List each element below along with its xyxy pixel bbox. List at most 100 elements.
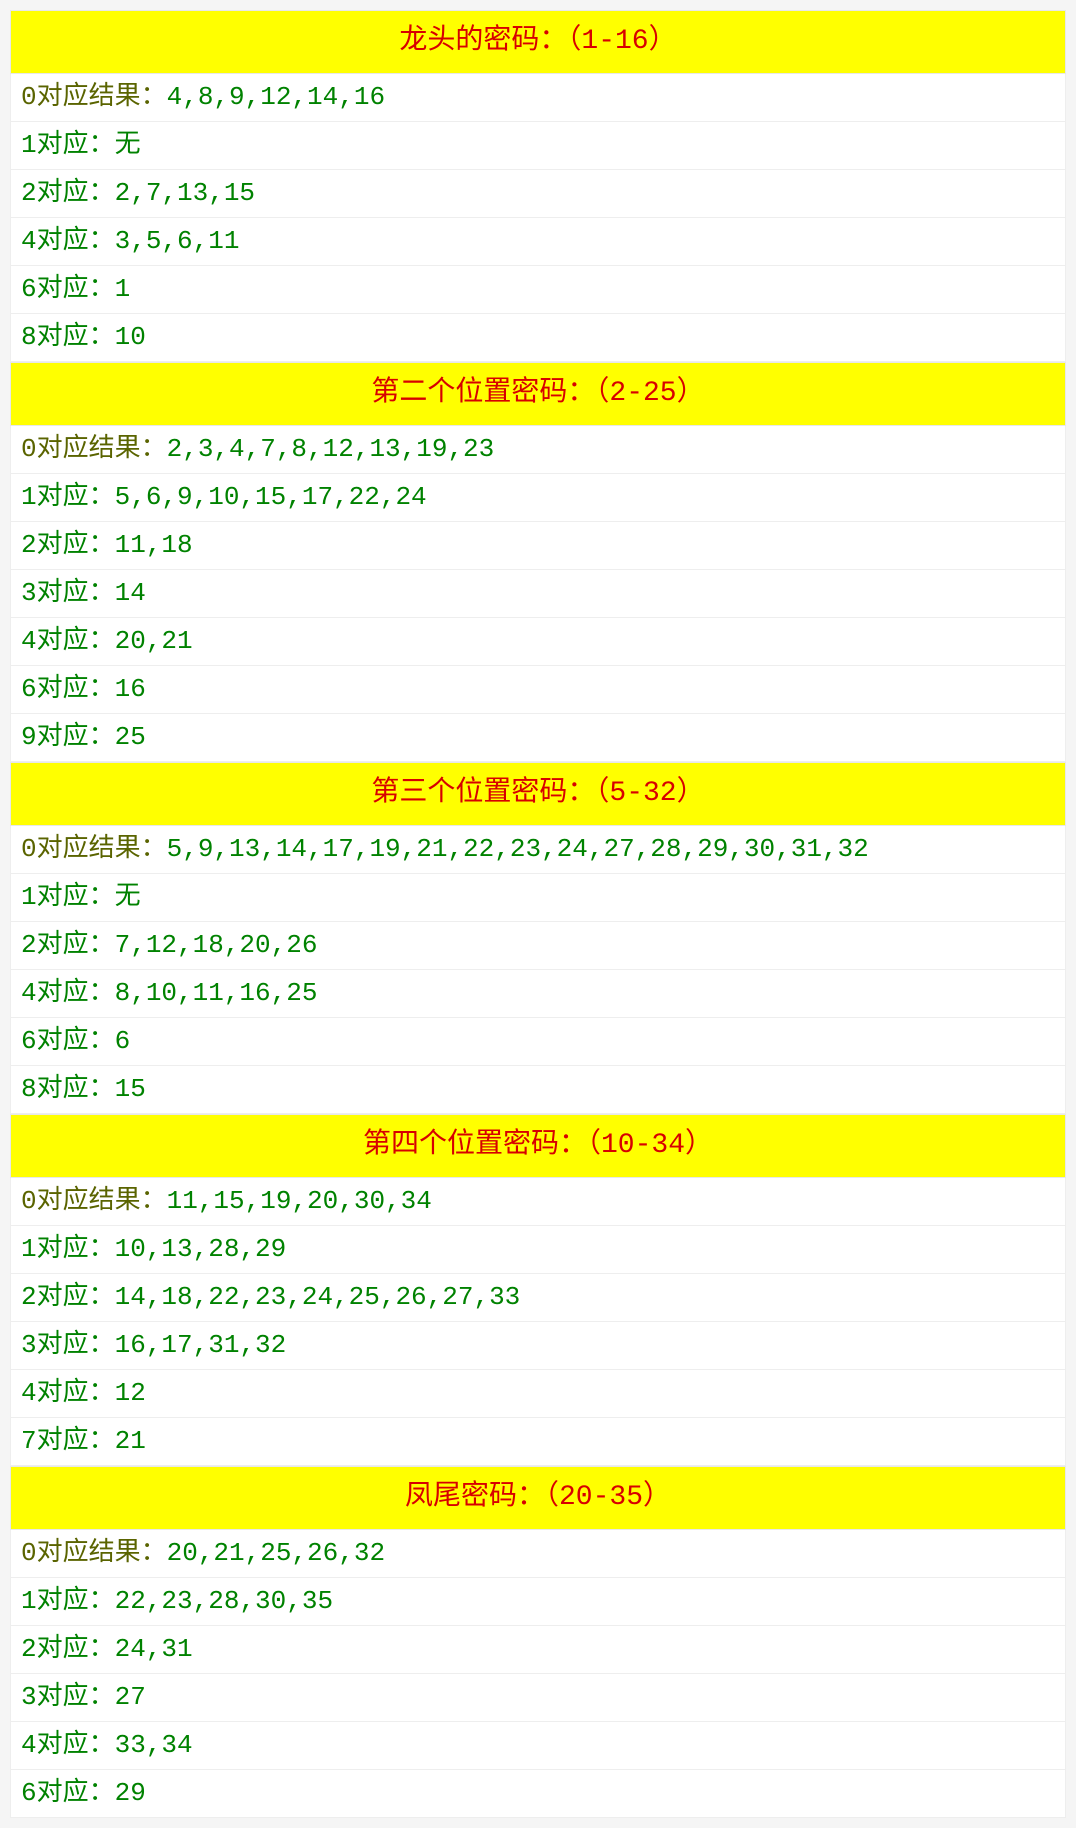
row-key: 9对应：: [21, 722, 115, 752]
data-row: 4对应：12: [10, 1370, 1066, 1418]
row-key: 1对应：: [21, 1234, 115, 1264]
row-key: 2对应：: [21, 930, 115, 960]
data-row: 8对应：15: [10, 1066, 1066, 1114]
row-key: 3对应：: [21, 1330, 115, 1360]
row-key: 4对应：: [21, 226, 115, 256]
data-row: 1对应：无: [10, 122, 1066, 170]
data-row: 0对应结果：2,3,4,7,8,12,13,19,23: [10, 426, 1066, 474]
data-row: 2对应：2,7,13,15: [10, 170, 1066, 218]
section-header: 第三个位置密码：（5-32）: [10, 762, 1066, 826]
row-value: 3,5,6,11: [115, 226, 240, 256]
row-value: 12: [115, 1378, 146, 1408]
row-value: 14: [115, 578, 146, 608]
data-row: 4对应：33,34: [10, 1722, 1066, 1770]
row-value: 16: [115, 674, 146, 704]
row-value: 5,6,9,10,15,17,22,24: [115, 482, 427, 512]
row-value: 8,10,11,16,25: [115, 978, 318, 1008]
row-key: 7对应：: [21, 1426, 115, 1456]
row-value: 无: [115, 130, 141, 160]
row-key: 8对应：: [21, 1074, 115, 1104]
row-key: 4对应：: [21, 1378, 115, 1408]
row-value: 无: [115, 882, 141, 912]
row-value: 20,21,25,26,32: [167, 1538, 385, 1568]
row-value: 33,34: [115, 1730, 193, 1760]
data-row: 4对应：20,21: [10, 618, 1066, 666]
data-row: 6对应：6: [10, 1018, 1066, 1066]
data-row: 2对应：14,18,22,23,24,25,26,27,33: [10, 1274, 1066, 1322]
row-key: 0对应结果：: [21, 1186, 167, 1216]
data-row: 7对应：21: [10, 1418, 1066, 1466]
row-value: 10: [115, 322, 146, 352]
data-row: 6对应：1: [10, 266, 1066, 314]
row-value: 14,18,22,23,24,25,26,27,33: [115, 1282, 521, 1312]
row-key: 6对应：: [21, 1778, 115, 1808]
row-value: 16,17,31,32: [115, 1330, 287, 1360]
row-key: 6对应：: [21, 274, 115, 304]
data-row: 3对应：27: [10, 1674, 1066, 1722]
data-row: 1对应：22,23,28,30,35: [10, 1578, 1066, 1626]
row-key: 1对应：: [21, 482, 115, 512]
row-key: 2对应：: [21, 1634, 115, 1664]
row-value: 6: [115, 1026, 131, 1056]
row-key: 1对应：: [21, 882, 115, 912]
data-row: 9对应：25: [10, 714, 1066, 762]
row-value: 11,18: [115, 530, 193, 560]
row-value: 11,15,19,20,30,34: [167, 1186, 432, 1216]
data-row: 8对应：10: [10, 314, 1066, 362]
section: 第三个位置密码：（5-32）0对应结果：5,9,13,14,17,19,21,2…: [10, 762, 1066, 1114]
data-row: 1对应：10,13,28,29: [10, 1226, 1066, 1274]
row-key: 8对应：: [21, 322, 115, 352]
data-row: 2对应：11,18: [10, 522, 1066, 570]
data-row: 3对应：16,17,31,32: [10, 1322, 1066, 1370]
row-value: 24,31: [115, 1634, 193, 1664]
row-key: 3对应：: [21, 1682, 115, 1712]
row-value: 22,23,28,30,35: [115, 1586, 333, 1616]
data-row: 6对应：29: [10, 1770, 1066, 1818]
row-value: 29: [115, 1778, 146, 1808]
password-index-document: 龙头的密码：（1-16）0对应结果：4,8,9,12,14,161对应：无2对应…: [10, 10, 1066, 1818]
section-header: 龙头的密码：（1-16）: [10, 10, 1066, 74]
row-value: 2,7,13,15: [115, 178, 255, 208]
row-value: 4,8,9,12,14,16: [167, 82, 385, 112]
row-value: 1: [115, 274, 131, 304]
row-value: 5,9,13,14,17,19,21,22,23,24,27,28,29,30,…: [167, 834, 869, 864]
row-key: 1对应：: [21, 130, 115, 160]
row-value: 10,13,28,29: [115, 1234, 287, 1264]
row-key: 6对应：: [21, 674, 115, 704]
data-row: 0对应结果：4,8,9,12,14,16: [10, 74, 1066, 122]
section-header: 第四个位置密码：（10-34）: [10, 1114, 1066, 1178]
row-key: 0对应结果：: [21, 1538, 167, 1568]
row-value: 15: [115, 1074, 146, 1104]
row-value: 27: [115, 1682, 146, 1712]
data-row: 2对应：24,31: [10, 1626, 1066, 1674]
data-row: 1对应：无: [10, 874, 1066, 922]
row-key: 0对应结果：: [21, 82, 167, 112]
section-header: 第二个位置密码：（2-25）: [10, 362, 1066, 426]
data-row: 0对应结果：5,9,13,14,17,19,21,22,23,24,27,28,…: [10, 826, 1066, 874]
row-key: 0对应结果：: [21, 434, 167, 464]
section-header: 凤尾密码：（20-35）: [10, 1466, 1066, 1530]
section: 第四个位置密码：（10-34）0对应结果：11,15,19,20,30,341对…: [10, 1114, 1066, 1466]
row-value: 2,3,4,7,8,12,13,19,23: [167, 434, 495, 464]
row-value: 25: [115, 722, 146, 752]
row-key: 2对应：: [21, 178, 115, 208]
data-row: 0对应结果：20,21,25,26,32: [10, 1530, 1066, 1578]
row-key: 2对应：: [21, 530, 115, 560]
data-row: 4对应：3,5,6,11: [10, 218, 1066, 266]
row-key: 4对应：: [21, 626, 115, 656]
section: 龙头的密码：（1-16）0对应结果：4,8,9,12,14,161对应：无2对应…: [10, 10, 1066, 362]
section: 第二个位置密码：（2-25）0对应结果：2,3,4,7,8,12,13,19,2…: [10, 362, 1066, 762]
data-row: 0对应结果：11,15,19,20,30,34: [10, 1178, 1066, 1226]
row-key: 4对应：: [21, 1730, 115, 1760]
row-key: 3对应：: [21, 578, 115, 608]
row-value: 7,12,18,20,26: [115, 930, 318, 960]
row-value: 20,21: [115, 626, 193, 656]
data-row: 6对应：16: [10, 666, 1066, 714]
row-key: 0对应结果：: [21, 834, 167, 864]
data-row: 1对应：5,6,9,10,15,17,22,24: [10, 474, 1066, 522]
row-key: 4对应：: [21, 978, 115, 1008]
section: 凤尾密码：（20-35）0对应结果：20,21,25,26,321对应：22,2…: [10, 1466, 1066, 1818]
row-key: 6对应：: [21, 1026, 115, 1056]
row-key: 2对应：: [21, 1282, 115, 1312]
data-row: 4对应：8,10,11,16,25: [10, 970, 1066, 1018]
